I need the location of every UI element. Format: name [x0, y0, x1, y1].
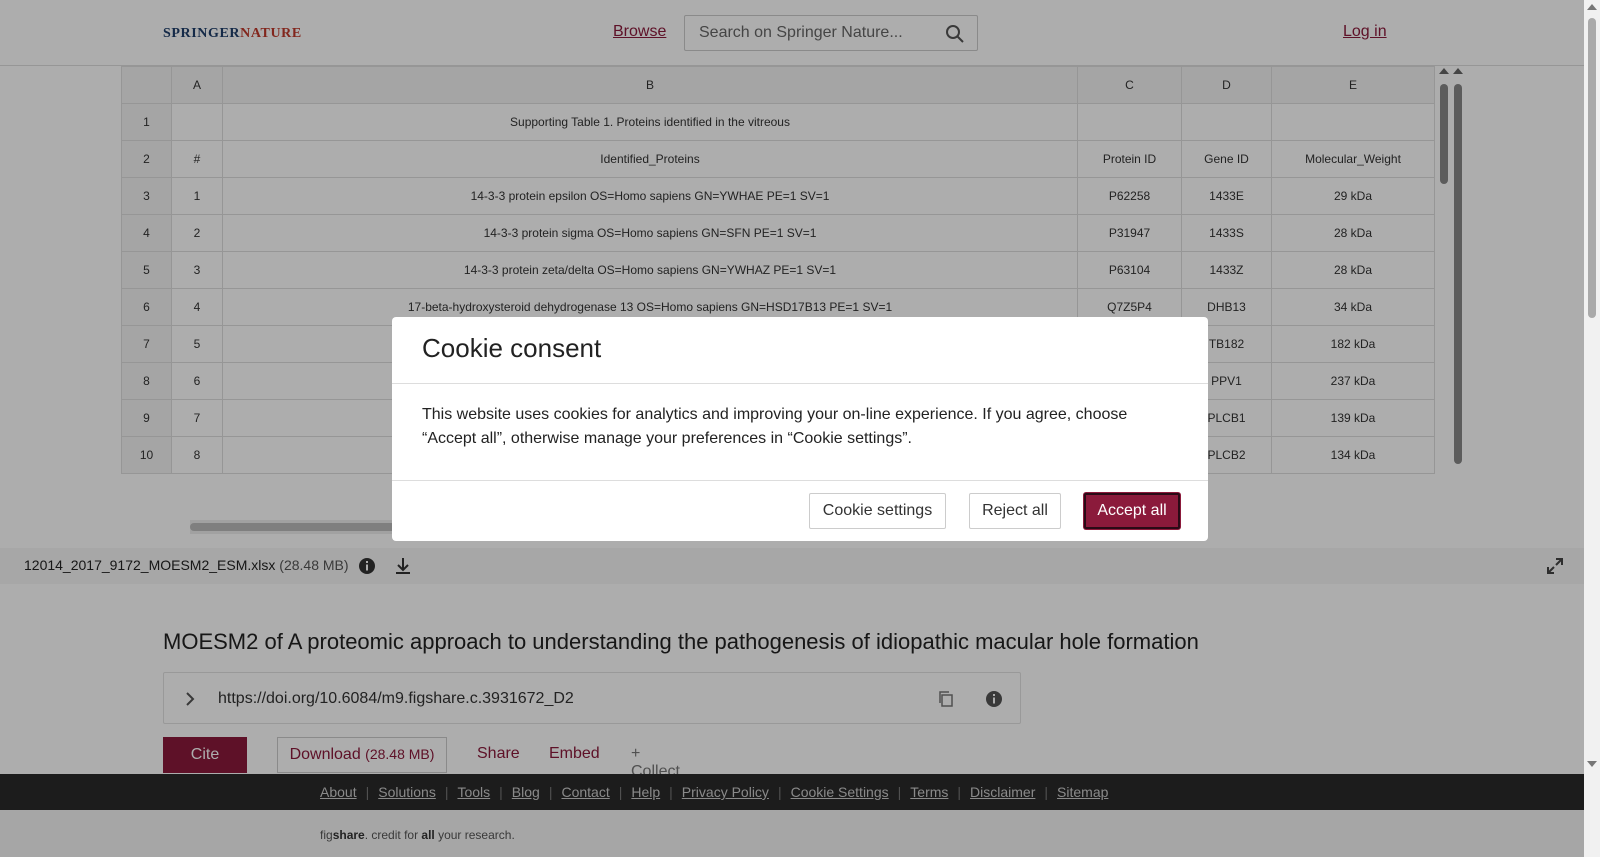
reject-all-button[interactable]: Reject all [969, 493, 1061, 529]
modal-divider [392, 383, 1208, 384]
page-scroll-thumb[interactable] [1588, 18, 1596, 318]
cookie-consent-text: This website uses cookies for analytics … [422, 406, 1128, 447]
page-scrollbar[interactable] [1584, 0, 1600, 857]
accept-all-button[interactable]: Accept all [1084, 493, 1180, 529]
cookie-consent-dialog: Cookie consent This website uses cookies… [392, 317, 1208, 541]
modal-divider [392, 480, 1208, 481]
page-scroll-up-icon[interactable] [1587, 4, 1597, 10]
page-scroll-down-icon[interactable] [1587, 761, 1597, 767]
cookie-settings-button[interactable]: Cookie settings [809, 493, 946, 529]
cookie-consent-title: Cookie consent [422, 333, 602, 363]
